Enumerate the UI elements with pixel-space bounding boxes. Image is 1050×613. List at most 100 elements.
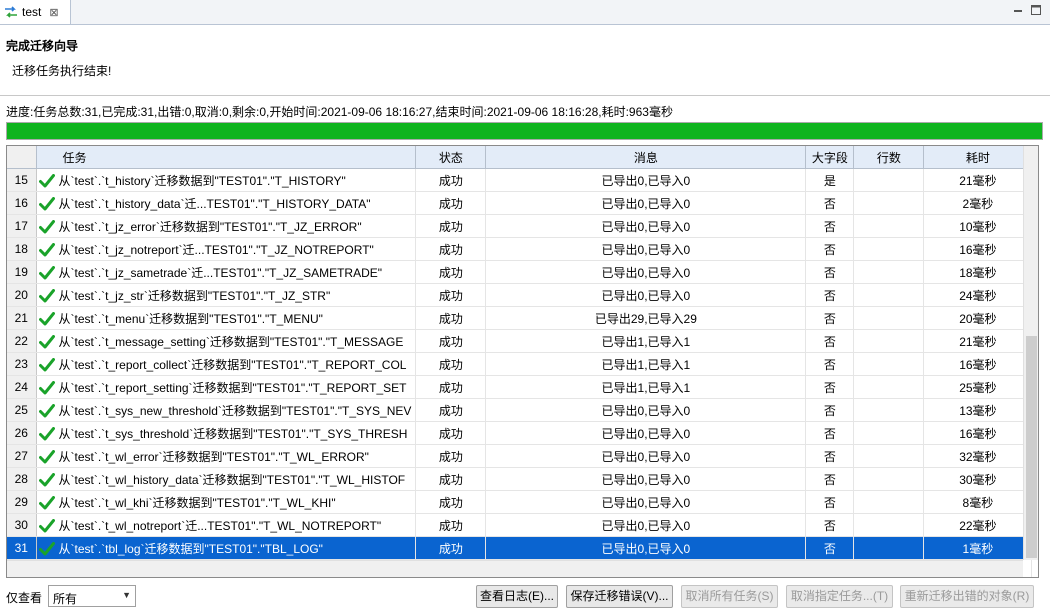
task-cell: 从`test`.`t_jz_sametrade`迁...TEST01"."T_J…	[36, 260, 417, 284]
message-cell: 已导出0,已导入0	[485, 513, 807, 537]
success-check-icon	[38, 289, 55, 303]
table-row[interactable]: 23 从`test`.`t_report_collect`迁移数据到"TEST01…	[7, 352, 1033, 376]
lob-cell: 否	[805, 444, 855, 468]
tab-test[interactable]: test ⊠	[0, 0, 71, 24]
lob-cell: 否	[805, 375, 855, 399]
lob-cell: 否	[805, 214, 855, 238]
filter-select[interactable]: 所有 ▼	[48, 585, 136, 607]
horizontal-scrollbar[interactable]	[7, 560, 1023, 577]
rows-cell	[853, 513, 925, 537]
table-row[interactable]: 25 从`test`.`t_sys_new_threshold`迁移数据到"TES…	[7, 398, 1033, 422]
table-row[interactable]: 31 从`test`.`tbl_log`迁移数据到"TEST01"."TBL_LO…	[7, 536, 1033, 560]
status-cell: 成功	[415, 490, 487, 514]
cancel-all-button[interactable]: 取消所有任务(S)	[681, 585, 778, 608]
rows-cell	[853, 168, 925, 192]
status-cell: 成功	[415, 168, 487, 192]
vertical-scrollbar[interactable]	[1023, 146, 1038, 560]
lob-cell: 否	[805, 191, 855, 215]
table-row[interactable]: 26 从`test`.`t_sys_threshold`迁移数据到"TEST01"…	[7, 421, 1033, 445]
maximize-icon[interactable]	[1030, 4, 1042, 16]
filter-select-value: 所有	[53, 592, 78, 606]
task-name: 从`test`.`t_menu`迁移数据到"TEST01"."T_MENU"	[58, 311, 323, 326]
row-number: 28	[7, 467, 37, 491]
task-name: 从`test`.`t_report_collect`迁移数据到"TEST01".…	[58, 357, 407, 372]
time-cell: 16毫秒	[923, 237, 1033, 261]
time-cell: 2毫秒	[923, 191, 1033, 215]
table-row[interactable]: 30 从`test`.`t_wl_notreport`迁...TEST01"."T…	[7, 513, 1033, 537]
success-check-icon	[38, 404, 55, 418]
time-cell: 25毫秒	[923, 375, 1033, 399]
success-check-icon	[38, 358, 55, 372]
task-grid: 任务 状态 消息 大字段 行数 耗时 15 从`test`.`t_history`…	[7, 146, 1033, 577]
time-cell: 8毫秒	[923, 490, 1033, 514]
column-header-rows[interactable]: 行数	[853, 146, 925, 169]
task-cell: 从`test`.`t_jz_error`迁移数据到"TEST01"."T_JZ_…	[36, 214, 417, 238]
message-cell: 已导出1,已导入1	[485, 352, 807, 376]
rows-cell	[853, 214, 925, 238]
column-header-lob[interactable]: 大字段	[805, 146, 855, 169]
lob-cell: 否	[805, 398, 855, 422]
task-cell: 从`test`.`t_wl_khi`迁移数据到"TEST01"."T_WL_KH…	[36, 490, 417, 514]
task-name: 从`test`.`t_jz_sametrade`迁...TEST01"."T_J…	[58, 265, 383, 280]
column-header-task[interactable]: 任务	[36, 146, 417, 169]
column-header-message[interactable]: 消息	[485, 146, 807, 169]
table-row[interactable]: 17 从`test`.`t_jz_error`迁移数据到"TEST01"."T_J…	[7, 214, 1033, 238]
table-row[interactable]: 22 从`test`.`t_message_setting`迁移数据到"TEST0…	[7, 329, 1033, 353]
rows-cell	[853, 421, 925, 445]
table-row[interactable]: 28 从`test`.`t_wl_history_data`迁移数据到"TEST0…	[7, 467, 1033, 491]
table-row[interactable]: 19 从`test`.`t_jz_sametrade`迁...TEST01"."T…	[7, 260, 1033, 284]
message-cell: 已导出29,已导入29	[485, 306, 807, 330]
row-number: 27	[7, 444, 37, 468]
table-header-row: 任务 状态 消息 大字段 行数 耗时	[7, 146, 1033, 169]
task-name: 从`test`.`tbl_log`迁移数据到"TEST01"."TBL_LOG"	[58, 541, 323, 556]
status-cell: 成功	[415, 398, 487, 422]
table-row[interactable]: 20 从`test`.`t_jz_str`迁移数据到"TEST01"."T_JZ_…	[7, 283, 1033, 307]
save-errors-button[interactable]: 保存迁移错误(V)...	[566, 585, 673, 608]
minimize-icon[interactable]	[1012, 4, 1024, 16]
task-cell: 从`test`.`t_history_data`迁...TEST01"."T_H…	[36, 191, 417, 215]
editor-tab-bar: test ⊠	[0, 0, 1050, 25]
success-check-icon	[38, 174, 55, 188]
message-cell: 已导出0,已导入0	[485, 536, 807, 560]
wizard-title: 完成迁移向导	[6, 39, 79, 53]
row-number: 18	[7, 237, 37, 261]
table-row[interactable]: 27 从`test`.`t_wl_error`迁移数据到"TEST01"."T_W…	[7, 444, 1033, 468]
table-row[interactable]: 24 从`test`.`t_report_setting`迁移数据到"TEST01…	[7, 375, 1033, 399]
task-name: 从`test`.`t_message_setting`迁移数据到"TEST01"…	[58, 334, 404, 349]
task-cell: 从`test`.`t_report_collect`迁移数据到"TEST01".…	[36, 352, 417, 376]
success-check-icon	[38, 266, 55, 280]
task-rows: 15 从`test`.`t_history`迁移数据到"TEST01"."T_HI…	[7, 168, 1033, 577]
task-cell: 从`test`.`t_history`迁移数据到"TEST01"."T_HIST…	[36, 168, 417, 192]
remigrate-button[interactable]: 重新迁移出错的对象(R)	[900, 585, 1034, 608]
rows-cell	[853, 237, 925, 261]
success-check-icon	[38, 197, 55, 211]
column-header-time[interactable]: 耗时	[923, 146, 1033, 169]
success-check-icon	[38, 312, 55, 326]
close-icon[interactable]: ⊠	[49, 6, 58, 19]
view-log-button[interactable]: 查看日志(E)...	[476, 585, 558, 608]
time-cell: 10毫秒	[923, 214, 1033, 238]
lob-cell: 否	[805, 513, 855, 537]
cancel-selected-button[interactable]: 取消指定任务...(T)	[786, 585, 893, 608]
table-row[interactable]: 29 从`test`.`t_wl_khi`迁移数据到"TEST01"."T_WL_…	[7, 490, 1033, 514]
time-cell: 30毫秒	[923, 467, 1033, 491]
message-cell: 已导出0,已导入0	[485, 168, 807, 192]
task-name: 从`test`.`t_jz_notreport`迁...TEST01"."T_J…	[58, 242, 374, 257]
task-table[interactable]: 任务 状态 消息 大字段 行数 耗时 15 从`test`.`t_history`…	[6, 145, 1039, 578]
rows-cell	[853, 398, 925, 422]
table-row[interactable]: 21 从`test`.`t_menu`迁移数据到"TEST01"."T_MENU"…	[7, 306, 1033, 330]
task-cell: 从`test`.`t_jz_notreport`迁...TEST01"."T_J…	[36, 237, 417, 261]
task-name: 从`test`.`t_wl_khi`迁移数据到"TEST01"."T_WL_KH…	[58, 495, 336, 510]
table-row[interactable]: 18 从`test`.`t_jz_notreport`迁...TEST01"."T…	[7, 237, 1033, 261]
row-number: 25	[7, 398, 37, 422]
message-cell: 已导出0,已导入0	[485, 490, 807, 514]
table-row[interactable]: 15 从`test`.`t_history`迁移数据到"TEST01"."T_HI…	[7, 168, 1033, 192]
message-cell: 已导出0,已导入0	[485, 444, 807, 468]
column-header-status[interactable]: 状态	[415, 146, 487, 169]
table-row[interactable]: 16 从`test`.`t_history_data`迁...TEST01"."T…	[7, 191, 1033, 215]
lob-cell: 否	[805, 283, 855, 307]
status-cell: 成功	[415, 352, 487, 376]
vertical-scroll-thumb[interactable]	[1026, 336, 1037, 558]
lob-cell: 否	[805, 467, 855, 491]
rows-cell	[853, 283, 925, 307]
